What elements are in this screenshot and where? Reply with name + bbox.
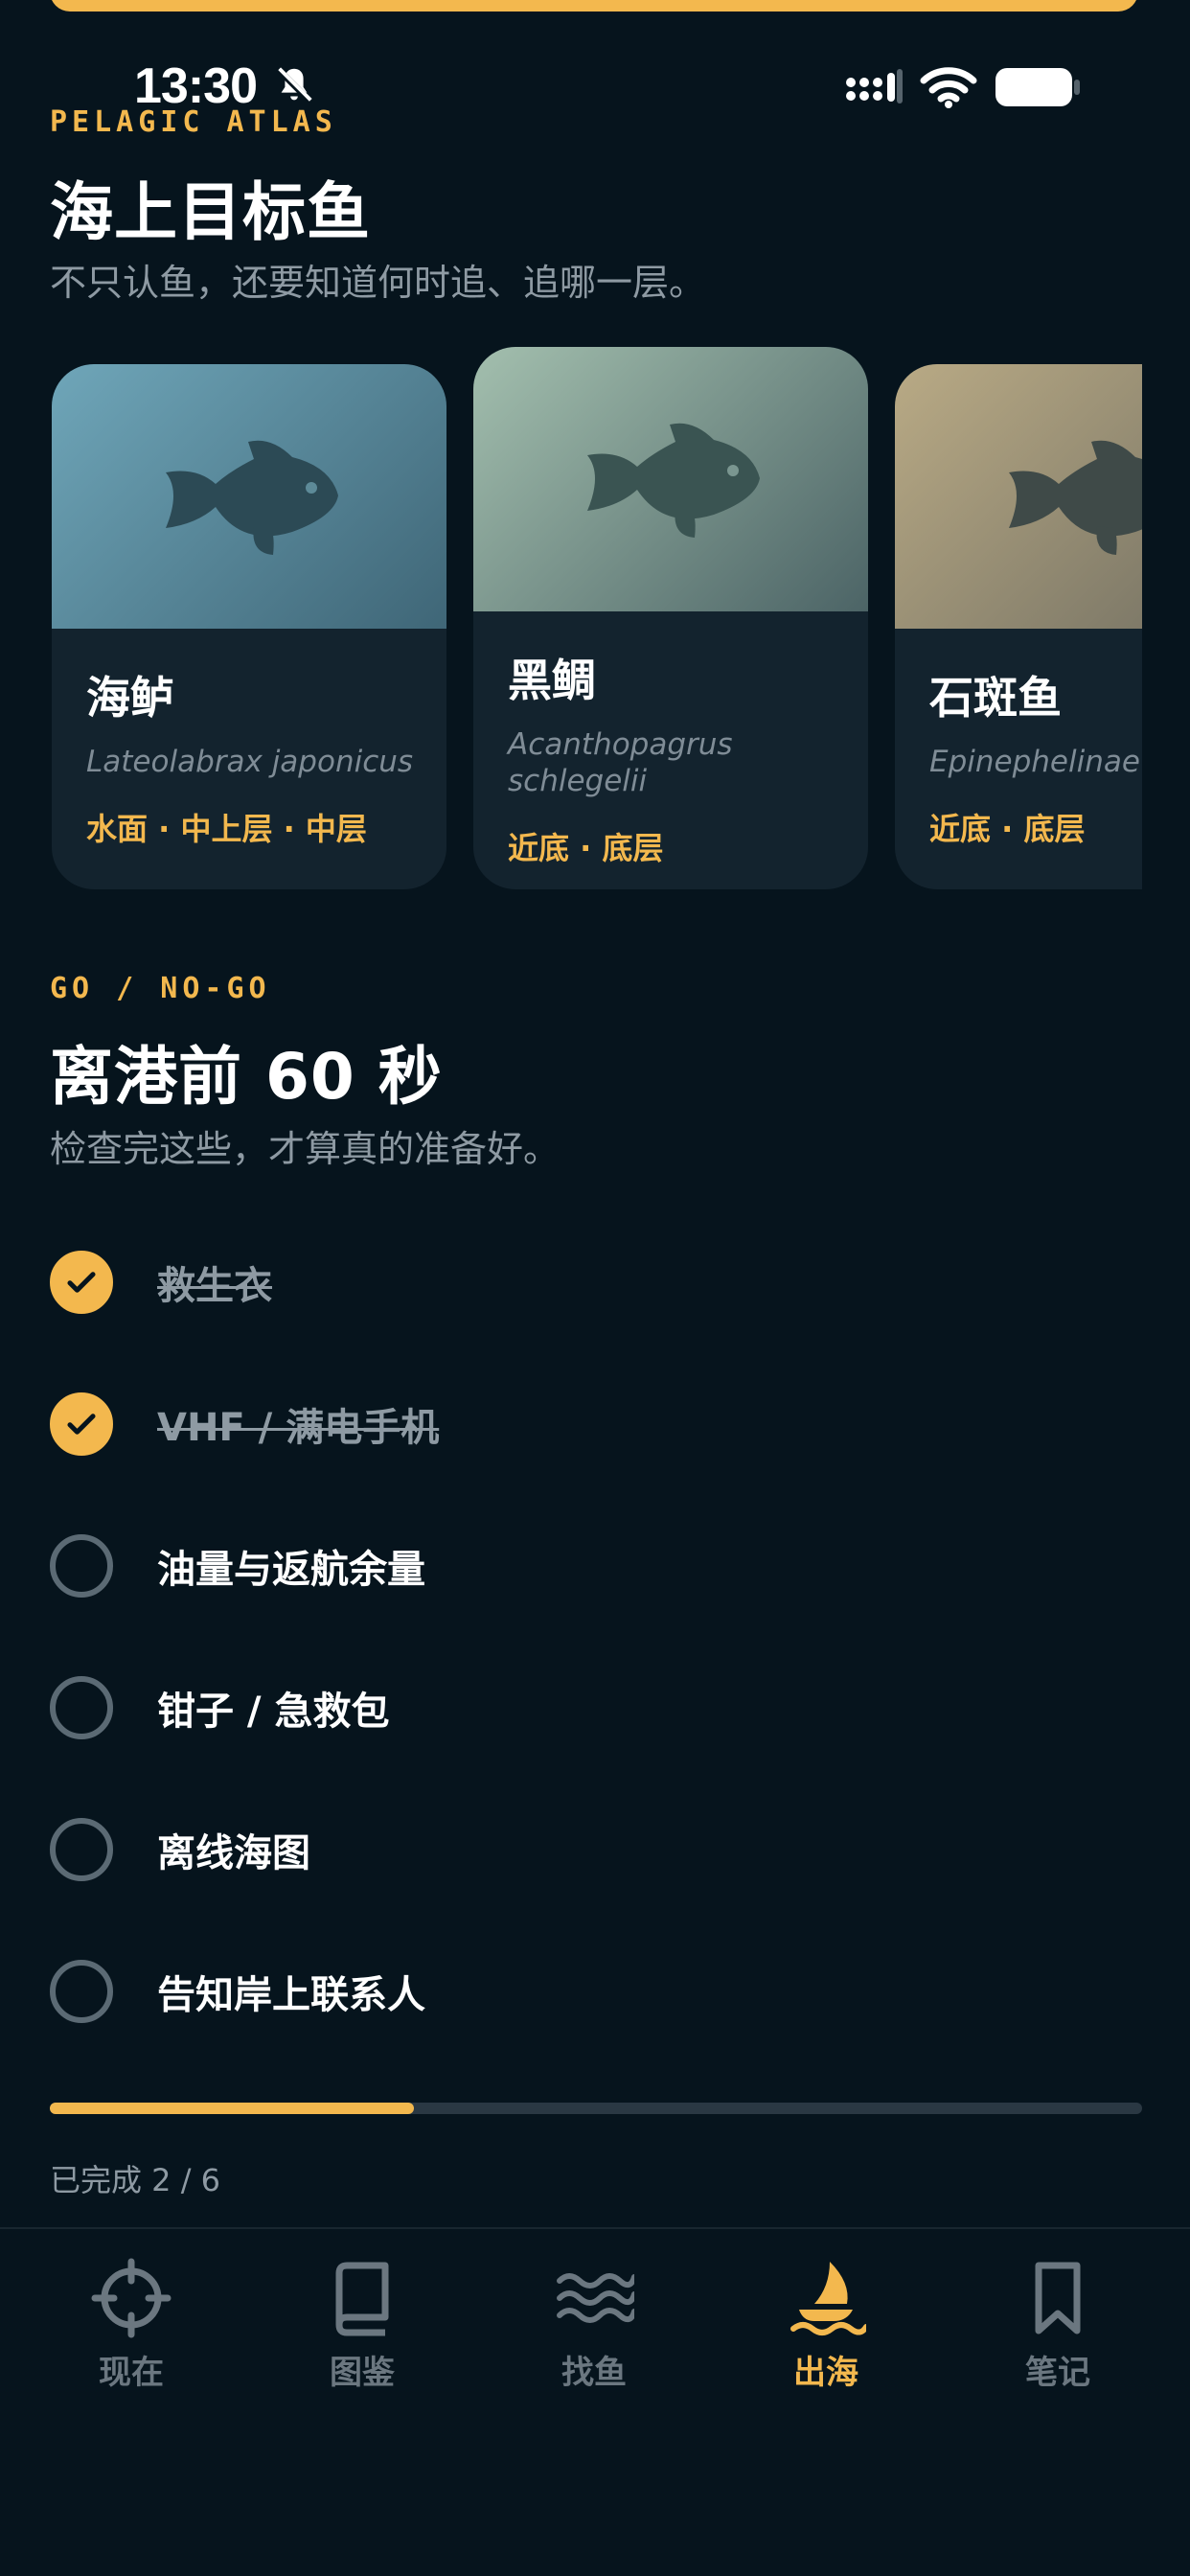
tab-label: 出海 xyxy=(793,2354,858,2392)
fish-layers: 水面 · 中上层 · 中层 xyxy=(86,811,367,847)
checklist-eyebrow: GO / NO-GO xyxy=(50,972,271,1005)
tab-notes[interactable]: 笔记 xyxy=(981,2258,1134,2402)
checkbox-checked[interactable] xyxy=(50,1392,113,1456)
checkbox-unchecked[interactable] xyxy=(50,1534,113,1598)
fish-icon xyxy=(587,423,760,538)
fish-card-hero xyxy=(52,364,446,629)
fish-latin-name: Lateolabrax japonicus xyxy=(86,745,414,779)
tab-find-fish[interactable]: 找鱼 xyxy=(517,2258,671,2402)
checklist-item[interactable]: 告知岸上联系人 xyxy=(50,1944,1142,2039)
fish-icon xyxy=(1009,440,1142,555)
bookmark-icon xyxy=(1035,2262,1081,2334)
fish-name: 黑鲷 xyxy=(508,655,596,706)
fish-section-title: 海上目标鱼 xyxy=(50,175,371,249)
fish-card[interactable]: 海鲈 Lateolabrax japonicus 水面 · 中上层 · 中层 xyxy=(52,364,446,889)
checklist-progress-fill xyxy=(50,2103,414,2114)
waves-icon xyxy=(557,2273,634,2323)
checklist-item[interactable]: 油量与返航余量 xyxy=(50,1518,1142,1614)
wifi-icon xyxy=(920,67,977,108)
checklist-item[interactable]: VHF / 满电手机 xyxy=(50,1376,1142,1472)
battery-icon xyxy=(995,68,1080,106)
fish-section-subtitle: 不只认鱼，还要知道何时追、追哪一层。 xyxy=(50,262,706,304)
checklist-item[interactable]: 救生衣 xyxy=(50,1234,1142,1330)
fish-latin-name: Acanthopagrus schlegelii xyxy=(508,727,733,798)
checklist-item-label: 油量与返航余量 xyxy=(157,1548,425,1592)
fish-section-eyebrow: PELAGIC ATLAS xyxy=(50,105,337,139)
tab-atlas[interactable]: 图鉴 xyxy=(286,2258,439,2402)
checklist-item[interactable]: 钳子 / 急救包 xyxy=(50,1660,1142,1756)
fish-card[interactable]: 黑鲷 Acanthopagrus schlegelii 近底 · 底层 xyxy=(473,347,868,889)
tab-label: 现在 xyxy=(99,2354,164,2392)
checkbox-unchecked[interactable] xyxy=(50,1676,113,1739)
fish-card-hero xyxy=(473,347,868,611)
fish-carousel[interactable]: 海鲈 Lateolabrax japonicus 水面 · 中上层 · 中层 黑… xyxy=(0,335,1142,891)
tab-label: 笔记 xyxy=(1025,2354,1090,2392)
checkmark-icon xyxy=(67,1414,96,1435)
checkmark-icon xyxy=(67,1272,96,1293)
fish-layers: 近底 · 底层 xyxy=(929,811,1086,847)
tab-label: 找鱼 xyxy=(561,2354,627,2392)
checklist-item-label: 钳子 / 急救包 xyxy=(157,1690,390,1734)
checklist-item-label: VHF / 满电手机 xyxy=(157,1406,440,1450)
tab-label: 图鉴 xyxy=(330,2354,395,2392)
checklist-title: 离港前 60 秒 xyxy=(50,1040,443,1114)
bottom-tab-bar: 现在 图鉴 找鱼 出海 笔记 xyxy=(0,2227,1190,2576)
fish-latin-name: Epinephelinae xyxy=(929,745,1140,779)
checklist-progress-text: 已完成 2 / 6 xyxy=(50,2162,221,2198)
fish-layers: 近底 · 底层 xyxy=(508,830,664,866)
cellular-signal-icon xyxy=(846,69,903,104)
sailboat-icon xyxy=(790,2262,866,2335)
tab-go-sea[interactable]: 出海 xyxy=(749,2258,903,2402)
checkbox-unchecked[interactable] xyxy=(50,1818,113,1881)
tab-now[interactable]: 现在 xyxy=(55,2258,208,2402)
fish-name: 石斑鱼 xyxy=(929,672,1062,724)
book-icon xyxy=(335,2262,389,2336)
checklist-item-label: 告知岸上联系人 xyxy=(157,1973,425,2017)
fish-icon xyxy=(166,440,338,555)
checklist-item[interactable]: 离线海图 xyxy=(50,1802,1142,1898)
fish-card-hero xyxy=(895,364,1142,629)
fish-name: 海鲈 xyxy=(86,672,174,724)
checklist-item-label: 离线海图 xyxy=(157,1831,310,1875)
checkbox-unchecked[interactable] xyxy=(50,1960,113,2023)
fish-card[interactable]: 石斑鱼 Epinephelinae 近底 · 底层 xyxy=(895,364,1142,889)
checklist-item-label: 救生衣 xyxy=(157,1264,272,1308)
top-accent-bar xyxy=(50,0,1138,12)
bell-muted-icon xyxy=(277,67,312,103)
crosshair-icon xyxy=(91,2258,172,2338)
checkbox-checked[interactable] xyxy=(50,1251,113,1314)
checklist-progress-bar xyxy=(50,2103,1142,2114)
checklist-subtitle: 检查完这些，才算真的准备好。 xyxy=(50,1128,561,1170)
